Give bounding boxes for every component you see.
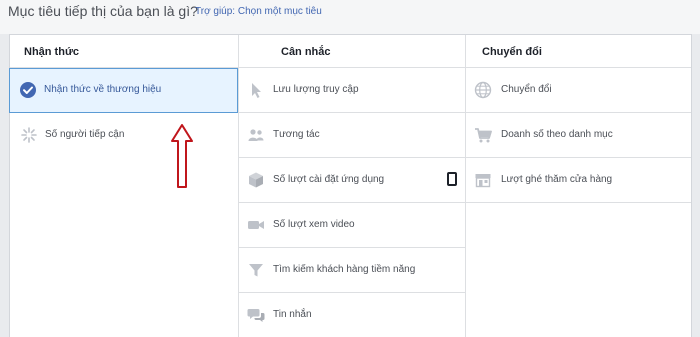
objective-app-installs[interactable]: Số lượt cài đặt ứng dụng (239, 158, 465, 203)
objective-brand-awareness[interactable]: Nhận thức về thương hiệu (9, 68, 238, 113)
column-conversion: Chuyển đổi Chuyển đổi Doanh số theo danh… (465, 35, 691, 337)
objective-reach[interactable]: Số người tiếp cận (10, 113, 238, 158)
column-header: Cân nhắc (239, 35, 465, 68)
objective-panel: Nhận thức Nhận thức về thương hiệu Số ng… (9, 34, 692, 337)
video-camera-icon (247, 216, 265, 234)
page-title: Mục tiêu tiếp thị của bạn là gì? (8, 3, 198, 19)
box-icon (247, 171, 265, 189)
help-link[interactable]: Trợ giúp: Chọn một mục tiêu (195, 6, 322, 17)
objective-label: Tìm kiếm khách hàng tiềm năng (273, 264, 416, 275)
column-header: Nhận thức (10, 35, 238, 68)
reach-burst-icon (20, 126, 38, 144)
objective-label: Tương tác (273, 129, 320, 140)
objective-label: Số lượt cài đặt ứng dụng (273, 174, 385, 185)
objective-messages[interactable]: Tin nhắn (239, 293, 465, 337)
annotation-arrow-icon (170, 123, 194, 189)
objective-lead-generation[interactable]: Tìm kiếm khách hàng tiềm năng (239, 248, 465, 293)
objective-store-visits[interactable]: Lượt ghé thăm cửa hàng (466, 158, 691, 203)
objective-conversions[interactable]: Chuyển đổi (466, 68, 691, 113)
objective-label: Tin nhắn (273, 309, 312, 320)
objective-engagement[interactable]: Tương tác (239, 113, 465, 158)
column-header: Chuyển đổi (466, 35, 691, 68)
people-icon (247, 126, 265, 144)
page-header: Mục tiêu tiếp thị của bạn là gì? Trợ giú… (0, 0, 700, 34)
checkmark-circle-icon (19, 81, 37, 99)
objective-catalog-sales[interactable]: Doanh số theo danh mục (466, 113, 691, 158)
objective-video-views[interactable]: Số lượt xem video (239, 203, 465, 248)
store-icon (474, 171, 492, 189)
objective-label: Nhận thức về thương hiệu (44, 84, 162, 95)
objective-label: Chuyển đổi (501, 84, 552, 95)
funnel-icon (247, 261, 265, 279)
objective-traffic[interactable]: Lưu lượng truy cập (239, 68, 465, 113)
shopping-cart-icon (474, 126, 492, 144)
objective-label: Lưu lượng truy cập (273, 84, 359, 95)
column-awareness: Nhận thức Nhận thức về thương hiệu Số ng… (9, 35, 238, 337)
objective-label: Số lượt xem video (273, 219, 355, 230)
info-icon[interactable] (447, 172, 457, 186)
chat-bubbles-icon (247, 306, 265, 324)
globe-icon (474, 81, 492, 99)
objective-label: Số người tiếp cận (45, 129, 125, 140)
objective-label: Lượt ghé thăm cửa hàng (501, 174, 613, 185)
cursor-icon (247, 81, 265, 99)
column-consideration: Cân nhắc Lưu lượng truy cập Tương tác Số… (238, 35, 465, 337)
objective-label: Doanh số theo danh mục (501, 129, 613, 140)
